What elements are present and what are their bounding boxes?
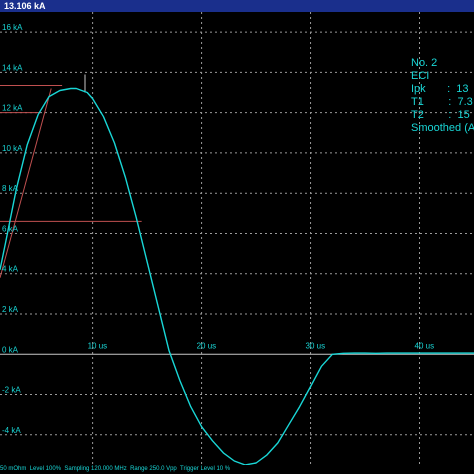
y-tick-label-10: -4 kA: [2, 426, 21, 435]
grid: [0, 12, 474, 465]
info-smoothed: Smoothed (A: [411, 122, 474, 134]
status-bar: 50 mOhm Level 100% Sampling 120.000 MHz …: [0, 466, 231, 472]
y-tick-label-8: 0 kA: [2, 345, 19, 354]
info-shot-number: No. 2: [411, 57, 438, 69]
x-tick-label-3: 40 us: [415, 341, 435, 350]
info-ipk: Ipk : 13: [411, 83, 469, 95]
title-bar: 13.106 kA: [0, 0, 474, 12]
tick-labels: 16 kA 14 kA 12 kA 10 kA 8 kA 6 kA 4 kA 2 kA 0 kA…: [2, 23, 434, 435]
x-tick-label-1: 20 us: [197, 341, 217, 350]
y-tick-label-7: 2 kA: [2, 305, 19, 314]
y-tick-label-6: 4 kA: [2, 265, 19, 274]
waveform-trace: [0, 87, 474, 465]
info-t2: T2 : 15: [411, 109, 470, 121]
y-tick-label-9: -2 kA: [2, 386, 21, 395]
y-tick-label-1: 14 kA: [2, 63, 23, 72]
y-tick-label-3: 10 kA: [2, 144, 23, 153]
oscilloscope-chart: 16 kA 14 kA 12 kA 10 kA 8 kA 6 kA 4 kA 2 kA 0 kA…: [0, 12, 474, 465]
peak-current-title: 13.106 kA: [4, 1, 46, 11]
trace-line: [0, 87, 474, 465]
info-t1: T1 : 7.3: [411, 96, 473, 108]
y-tick-label-4: 8 kA: [2, 184, 19, 193]
y-tick-label-5: 6 kA: [2, 224, 19, 233]
y-tick-label-2: 12 kA: [2, 104, 23, 113]
info-standard: ECI: [411, 70, 430, 82]
y-tick-label-0: 16 kA: [2, 23, 23, 32]
x-tick-label-2: 30 us: [306, 341, 326, 350]
x-tick-label-0: 10 us: [88, 341, 108, 350]
front-time-line: [0, 88, 52, 278]
